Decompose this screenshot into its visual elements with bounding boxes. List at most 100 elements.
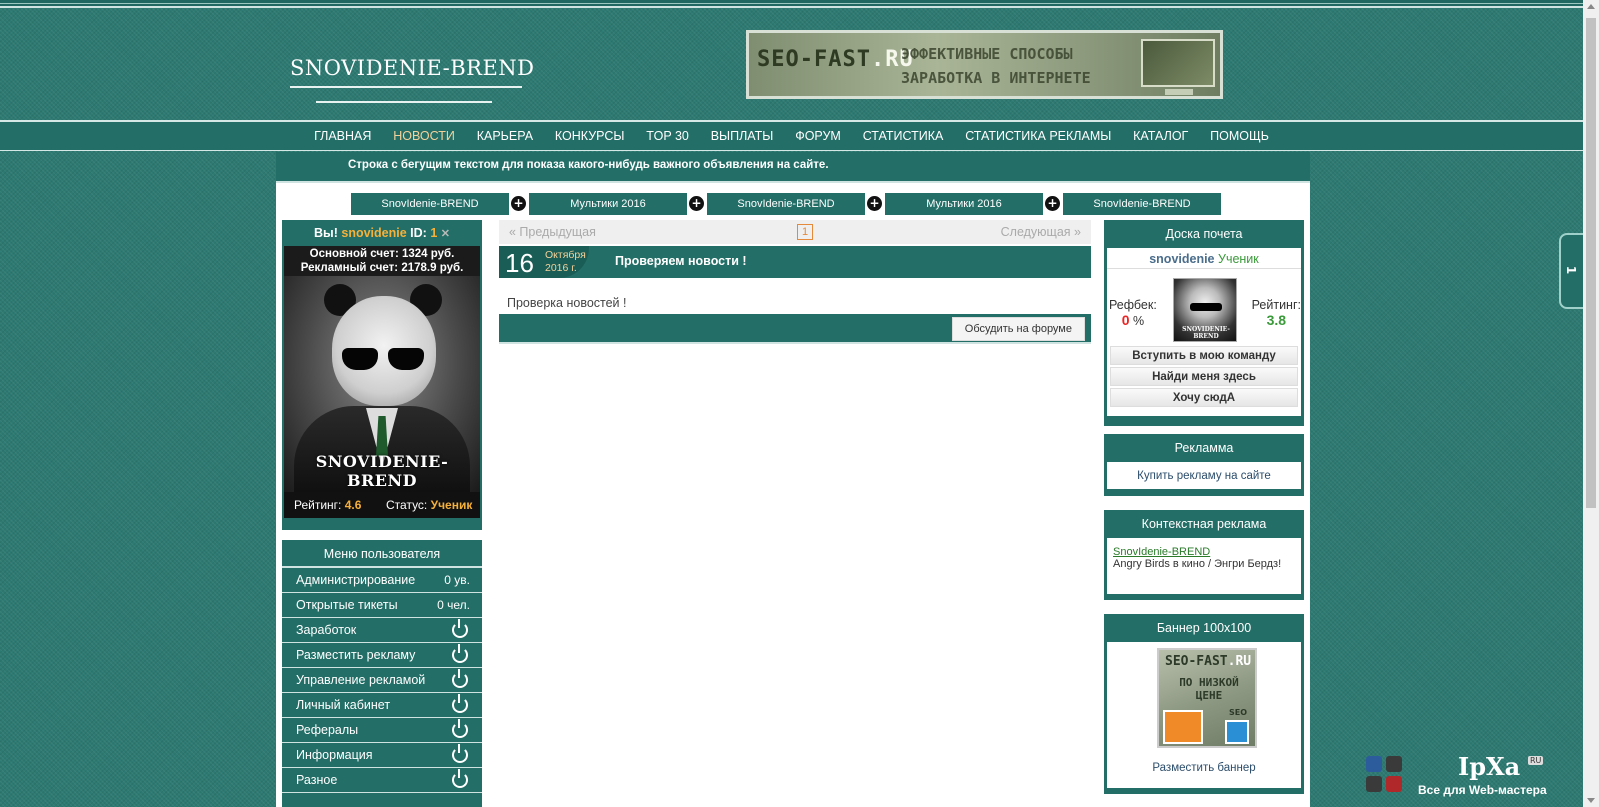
menu-item-tickets[interactable]: Открытые тикеты 0 чел.: [282, 593, 482, 618]
join-team-button[interactable]: Вступить в мою команду: [1110, 346, 1298, 365]
top-banner-text: ЭФФЕКТИВНЫЕ СПОСОБЫ ЗАРАБОТКА В ИНТЕРНЕТ…: [901, 45, 1091, 87]
balance-box: Основной счет: 1324 руб. Рекламный счет:…: [284, 246, 480, 276]
menu-item-cabinet[interactable]: Личный кабинет: [282, 693, 482, 718]
menu-item-referrals[interactable]: Рефералы: [282, 718, 482, 743]
menu-item-misc[interactable]: Разное: [282, 768, 482, 793]
context-ads-title: Контекстная реклама: [1141, 517, 1267, 531]
top-banner[interactable]: SEO-FAST.RU ЭФФЕКТИВНЫЕ СПОСОБЫ ЗАРАБОТК…: [746, 30, 1223, 99]
link-tabs: SnovIdenie-BREND + Мультики 2016 + SnovI…: [351, 193, 1251, 215]
tickets-count: 0 чел.: [437, 598, 470, 612]
find-me-button[interactable]: Найди меня здесь: [1110, 367, 1298, 386]
banner100-logo: SEO-FAST.RU: [1165, 654, 1252, 669]
buy-ad-link[interactable]: Купить рекламу на сайте: [1137, 470, 1271, 482]
ipxa-subtitle: Все для Web-мастера: [1418, 783, 1547, 797]
banner100-text: ПО НИЗКОЙ ЦЕНЕ: [1179, 676, 1239, 702]
scroll-up-icon[interactable]: [1587, 4, 1595, 9]
nav-item-ad-stats[interactable]: СТАТИСТИКА РЕКЛАМЫ: [965, 122, 1111, 150]
power-icon: [452, 694, 468, 713]
context-ad-link[interactable]: SnovIdenie-BREND: [1113, 546, 1295, 558]
banner-100x100[interactable]: SEO-FAST.RU ПО НИЗКОЙ ЦЕНЕ SEO: [1157, 648, 1257, 748]
news-title[interactable]: Проверяем новости !: [615, 254, 747, 268]
ipxa-square-icon: [1386, 776, 1402, 792]
tab-link-1[interactable]: SnovIdenie-BREND: [351, 193, 509, 215]
honor-board: Доска почета snovidenie Ученик Рефбек: 0 …: [1104, 220, 1304, 426]
menu-item-place-ad[interactable]: Разместить рекламу: [282, 643, 482, 668]
top-border-line: [0, 3, 1583, 4]
map-icon: [1163, 710, 1203, 744]
user-nick[interactable]: snovidenie: [341, 226, 406, 240]
menu-item-earnings[interactable]: Заработок: [282, 618, 482, 643]
ipxa-square-icon: [1366, 776, 1382, 792]
ads-title: Рекламма: [1174, 441, 1234, 455]
ticker-text: Строка с бегущим текстом для показа како…: [348, 159, 829, 171]
content-container: Строка с бегущим текстом для показа како…: [276, 152, 1310, 807]
menu-item-admin[interactable]: Администрирование 0 ув.: [282, 568, 482, 593]
power-icon: [452, 769, 468, 788]
news-month-year: Октября 2016 г.: [545, 249, 586, 274]
plus-icon[interactable]: +: [867, 196, 882, 211]
side-tab[interactable]: 1: [1559, 233, 1585, 309]
context-ad-desc: Angry Birds в кино / Энгри Бердз!: [1113, 558, 1282, 570]
top-banner-logo: SEO-FAST.RU: [757, 47, 914, 72]
admin-count: 0 ув.: [444, 573, 470, 587]
nav-item-contests[interactable]: КОНКУРСЫ: [555, 122, 625, 150]
pager-current[interactable]: 1: [797, 224, 813, 240]
page-scrollbar[interactable]: [1583, 0, 1599, 807]
pager-next[interactable]: Следующая »: [1001, 225, 1081, 239]
ads-box: Рекламма Купить рекламу на сайте: [1104, 434, 1304, 496]
menu-item-manage-ads[interactable]: Управление рекламой: [282, 668, 482, 693]
user-greeting: Вы! snovidenie ID: 1 ✕: [282, 226, 482, 240]
nav-item-stats[interactable]: СТАТИСТИКА: [863, 122, 944, 150]
plus-icon[interactable]: +: [1045, 196, 1060, 211]
nav-item-help[interactable]: ПОМОЩЬ: [1210, 122, 1269, 150]
scroll-thumb[interactable]: [1586, 18, 1596, 508]
user-rating: Рейтинг: 4.6: [294, 498, 362, 512]
news-body: Проверка новостей !: [507, 296, 627, 310]
site-logo[interactable]: SNOVIDENIE-BREND: [290, 56, 535, 80]
nav-item-career[interactable]: КАРЬЕРА: [477, 122, 533, 150]
tab-link-5[interactable]: SnovIdenie-BREND: [1063, 193, 1221, 215]
logout-icon[interactable]: ✕: [441, 228, 450, 240]
user-stats: Рейтинг: 4.6 Статус: Ученик: [284, 492, 480, 518]
plus-icon[interactable]: +: [689, 196, 704, 211]
nav-item-payouts[interactable]: ВЫПЛАТЫ: [711, 122, 774, 150]
honor-user[interactable]: snovidenie Ученик: [1107, 248, 1301, 269]
drop-icon: [1225, 720, 1249, 744]
ads-body: Купить рекламу на сайте: [1107, 462, 1301, 489]
nav-item-news[interactable]: НОВОСТИ: [393, 122, 455, 150]
want-here-button[interactable]: Хочу сюдА: [1110, 388, 1298, 407]
power-icon: [452, 719, 468, 738]
nav-item-forum[interactable]: ФОРУМ: [795, 122, 841, 150]
user-menu-title: Меню пользователя: [282, 540, 482, 568]
honor-board-body: snovidenie Ученик Рефбек: 0 % SNOVIDENIE-…: [1107, 248, 1301, 416]
ipxa-ru: RU: [1528, 756, 1544, 765]
nav-item-catalog[interactable]: КАТАЛОГ: [1133, 122, 1188, 150]
sunglasses: [342, 348, 426, 372]
tab-link-4[interactable]: Мультики 2016: [885, 193, 1043, 215]
context-ads-body: SnovIdenie-BREND Angry Birds в кино / Эн…: [1107, 538, 1301, 594]
top-border: [0, 0, 1583, 8]
menu-item-info[interactable]: Информация: [282, 743, 482, 768]
power-icon: [452, 644, 468, 663]
place-banner-link[interactable]: Разместить баннер: [1152, 762, 1255, 774]
plus-icon[interactable]: +: [511, 196, 526, 211]
tab-link-3[interactable]: SnovIdenie-BREND: [707, 193, 865, 215]
discuss-forum-button[interactable]: Обсудить на форуме: [951, 317, 1085, 341]
ipxa-square-icon: [1386, 756, 1402, 772]
user-id: 1: [430, 226, 438, 240]
honor-refback: Рефбек: 0 %: [1109, 298, 1157, 328]
pager-prev[interactable]: « Предыдущая: [509, 225, 596, 239]
nav-item-home[interactable]: ГЛАВНАЯ: [314, 122, 371, 150]
honor-avatar[interactable]: SNOVIDENIE-BREND: [1173, 278, 1237, 342]
news-date: 16 Октября 2016 г.: [499, 246, 589, 278]
monitor-icon: [1141, 39, 1215, 95]
ipxa-watermark[interactable]: IpXa RU Все для Web-мастера: [1360, 752, 1560, 802]
news-day: 16: [505, 248, 534, 278]
logo-underline-short: [316, 101, 492, 103]
nav-item-top30[interactable]: TOP 30: [646, 122, 689, 150]
ad-balance: Рекламный счет: 2178.9 руб.: [300, 262, 464, 274]
tab-link-2[interactable]: Мультики 2016: [529, 193, 687, 215]
context-ads-box: Контекстная реклама SnovIdenie-BREND Ang…: [1104, 510, 1304, 600]
user-avatar[interactable]: SNOVIDENIE-BREND: [284, 276, 480, 492]
scroll-down-icon[interactable]: [1587, 798, 1595, 803]
